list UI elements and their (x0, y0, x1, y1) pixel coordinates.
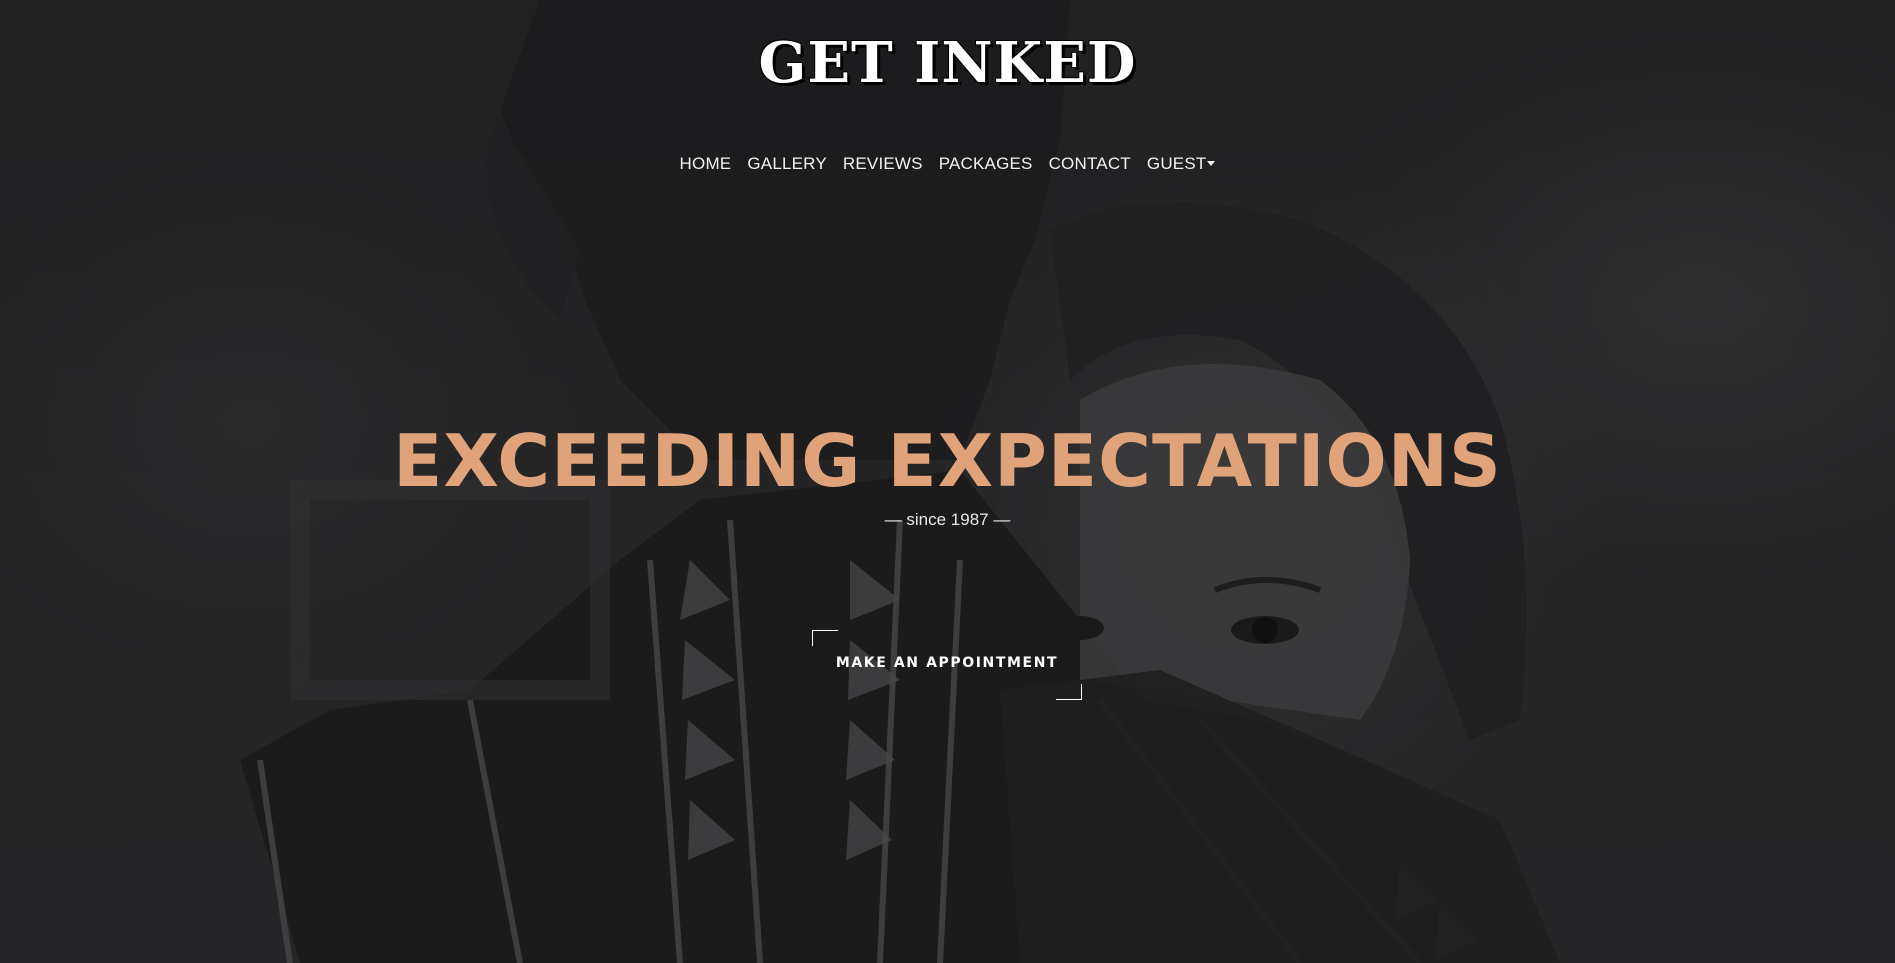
nav-item-gallery[interactable]: GALLERY (747, 152, 827, 176)
hero-headline: EXCEEDING EXPECTATIONS (393, 419, 1502, 503)
nav-item-packages[interactable]: PACKAGES (939, 152, 1033, 176)
site-logo[interactable]: GET INKED (0, 28, 1895, 98)
main-nav: HOME GALLERY REVIEWS PACKAGES CONTACT GU… (0, 152, 1895, 176)
nav-item-home[interactable]: HOME (680, 152, 732, 176)
nav-item-guest-label: GUEST (1146, 154, 1207, 173)
nav-item-reviews[interactable]: REVIEWS (843, 152, 923, 176)
hero-subline: — since 1987 — (884, 510, 1011, 529)
corner-top-left-decoration (812, 630, 838, 646)
corner-bottom-right-decoration (1056, 684, 1082, 700)
nav-item-contact[interactable]: CONTACT (1049, 152, 1131, 176)
make-appointment-button[interactable]: MAKE AN APPOINTMENT (812, 630, 1082, 700)
hero-section: GET INKED HOME GALLERY REVIEWS PACKAGES … (0, 0, 1895, 963)
make-appointment-label: MAKE AN APPOINTMENT (835, 655, 1059, 671)
nav-item-guest[interactable]: GUEST (1147, 152, 1216, 176)
caret-down-icon (1207, 160, 1216, 166)
